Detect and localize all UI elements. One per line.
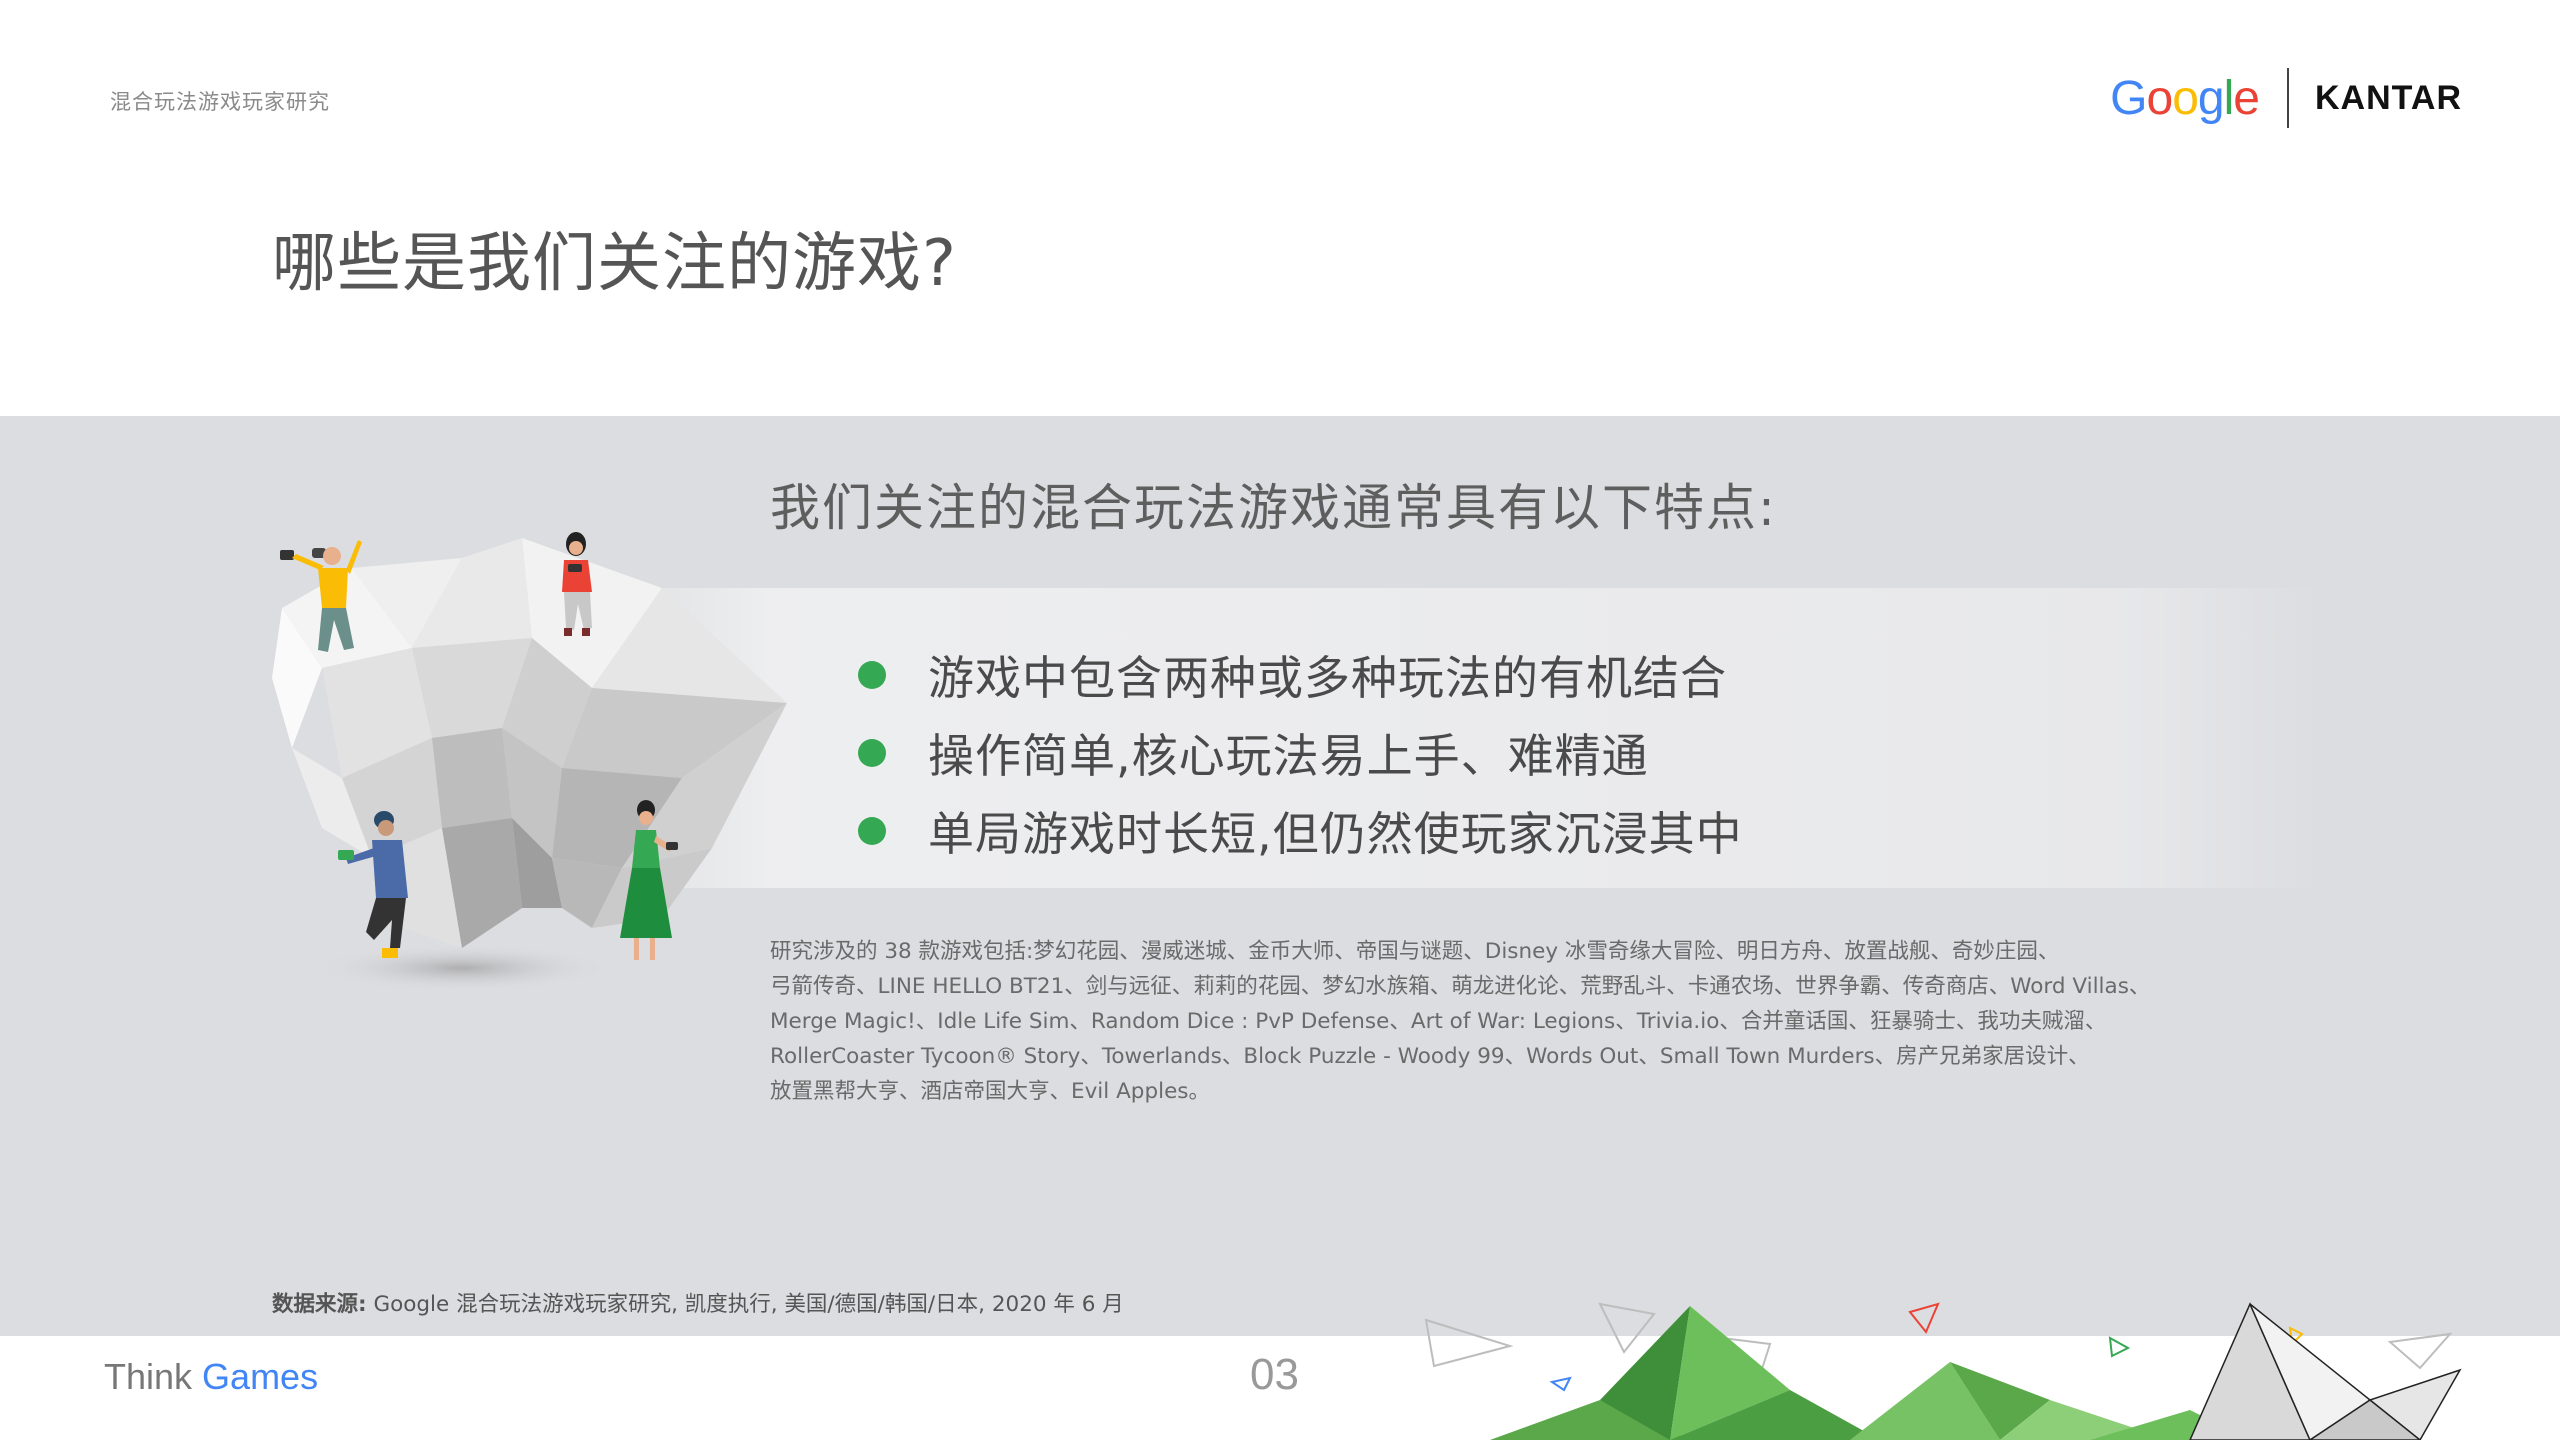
- feature-item: 操作简单,核心玩法易上手、难精通: [858, 714, 1743, 792]
- green-peaks: [1490, 1306, 2250, 1440]
- logo-divider: [2286, 68, 2289, 128]
- feature-text: 单局游戏时长短,但仍然使玩家沉浸其中: [928, 807, 1743, 861]
- games-list-line: Merge Magic!、Idle Life Sim、Random Dice :…: [770, 1009, 2107, 1034]
- bullet-dot-icon: [858, 739, 886, 767]
- games-list: 研究涉及的 38 款游戏包括:梦幻花园、漫威迷城、金币大师、帝国与谜题、Disn…: [770, 934, 2151, 1109]
- page-number: 03: [1250, 1350, 1299, 1399]
- bullet-dot-icon: [858, 661, 886, 689]
- feature-text: 操作简单,核心玩法易上手、难精通: [928, 729, 1649, 783]
- google-logo: Google: [2110, 71, 2260, 125]
- source-text: Google 混合玩法游戏玩家研究, 凯度执行, 美国/德国/韩国/日本, 20…: [366, 1292, 1124, 1317]
- gray-peaks: [2189, 1302, 2462, 1440]
- think-word: Think: [104, 1356, 193, 1397]
- source-label: 数据来源:: [272, 1292, 367, 1317]
- kantar-logo: KANTAR: [2314, 78, 2462, 117]
- think-games-logo: Think Games: [104, 1356, 318, 1398]
- feature-text: 游戏中包含两种或多种玩法的有机结合: [928, 651, 1727, 705]
- bullet-dot-icon: [858, 817, 886, 845]
- panel-heading: 我们关注的混合玩法游戏通常具有以下特点:: [770, 479, 1777, 537]
- report-label: 混合玩法游戏玩家研究: [110, 90, 330, 114]
- source-note: 数据来源: Google 混合玩法游戏玩家研究, 凯度执行, 美国/德国/韩国/…: [272, 1287, 1124, 1318]
- games-list-line: RollerCoaster Tycoon® Story、Towerlands、B…: [770, 1044, 2090, 1069]
- feature-list: 游戏中包含两种或多种玩法的有机结合 操作简单,核心玩法易上手、难精通 单局游戏时…: [858, 636, 1743, 870]
- page-title: 哪些是我们关注的游戏?: [272, 227, 957, 301]
- feature-item: 游戏中包含两种或多种玩法的有机结合: [858, 636, 1743, 714]
- feature-item: 单局游戏时长短,但仍然使玩家沉浸其中: [858, 792, 1743, 870]
- low-poly-rock-illustration: [272, 532, 787, 992]
- rock-shadow: [312, 944, 612, 992]
- games-list-line: 放置黑帮大亨、酒店帝国大亨、Evil Apples。: [770, 1079, 1210, 1104]
- games-list-line: 弓箭传奇、LINE HELLO BT21、剑与远征、莉莉的花园、梦幻水族箱、萌龙…: [770, 974, 2151, 999]
- low-poly-rock: [272, 538, 787, 948]
- games-word: Games: [202, 1356, 319, 1397]
- logo-group: Google KANTAR: [2110, 66, 2462, 130]
- low-poly-mountains-decoration: [1424, 1302, 2462, 1440]
- games-list-line: 研究涉及的 38 款游戏包括:梦幻花园、漫威迷城、金币大师、帝国与谜题、Disn…: [770, 939, 2060, 964]
